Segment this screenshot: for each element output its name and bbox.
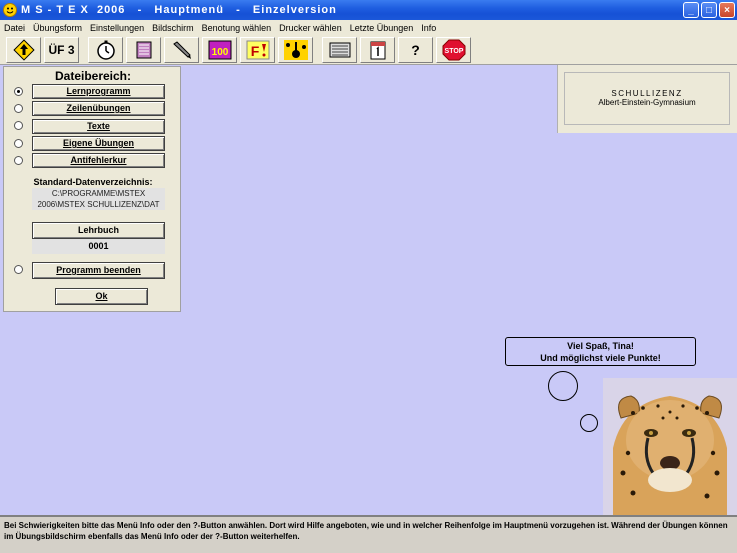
music-icon xyxy=(283,39,308,60)
speech-bubble: Viel Spaß, Tina! Und möglichst viele Pun… xyxy=(505,337,696,366)
cheetah-image xyxy=(603,378,737,515)
arrow-up-button[interactable] xyxy=(6,36,41,63)
license-type: SCHULLIZENZ xyxy=(611,89,683,98)
menu-einstellungen[interactable]: Einstellungen xyxy=(90,23,144,33)
menu-benotung[interactable]: Benotung wählen xyxy=(202,23,272,33)
radio-antifehlerkur[interactable] xyxy=(14,156,23,165)
toolbar: ÜF 3 100 F ? STOP xyxy=(0,35,737,65)
zeilenuebungen-button[interactable]: Zeilenübungen xyxy=(32,101,165,116)
dice-button[interactable] xyxy=(126,36,161,63)
menu-info[interactable]: Info xyxy=(421,23,436,33)
dice-icon xyxy=(136,41,151,58)
window-title: M S - T E X 2006 - Hauptmenü - Einzelver… xyxy=(21,4,337,16)
lehrbuch-button[interactable]: Lehrbuch xyxy=(32,222,165,239)
data-directory-value: C:\PROGRAMME\MSTEX 2006\MSTEX SCHULLIZEN… xyxy=(32,188,165,210)
radio-programm-beenden[interactable] xyxy=(14,265,23,274)
status-help-text: Bei Schwierigkeiten bitte das Menü Info … xyxy=(0,515,737,553)
workspace: Dateibereich: Lernprogramm Zeilenübungen… xyxy=(0,65,737,515)
stop-icon: STOP xyxy=(442,39,465,60)
license-school: Albert-Einstein-Gymnasium xyxy=(598,98,696,107)
panel-title: Dateibereich: xyxy=(54,69,132,83)
eigene-uebungen-button[interactable]: Eigene Übungen xyxy=(32,136,165,151)
minimize-button[interactable]: _ xyxy=(683,2,699,18)
keyboard-button[interactable] xyxy=(322,36,357,63)
pen-icon xyxy=(172,40,191,59)
data-directory-label: Standard-Datenverzeichnis: xyxy=(33,177,153,187)
thought-circle-small xyxy=(580,414,598,432)
ok-button[interactable]: Ok xyxy=(55,288,148,305)
radio-lernprogramm[interactable] xyxy=(14,87,23,96)
path-line-1: C:\PROGRAMME\MSTEX xyxy=(51,189,146,198)
radio-eigene-uebungen[interactable] xyxy=(14,139,23,148)
uf3-button[interactable]: ÜF 3 xyxy=(44,36,79,63)
help-button[interactable]: ? xyxy=(398,36,433,63)
calendar-button[interactable] xyxy=(360,36,395,63)
stop-button[interactable]: STOP xyxy=(436,36,471,63)
bubble-line-2: Und möglichst viele Punkte! xyxy=(540,353,661,363)
f-alert-button[interactable]: F xyxy=(240,36,275,63)
music-button[interactable] xyxy=(278,36,313,63)
stop-label: STOP xyxy=(444,48,463,55)
f-label: F xyxy=(250,43,259,59)
radio-texte[interactable] xyxy=(14,121,23,130)
menu-bildschirm[interactable]: Bildschirm xyxy=(152,23,194,33)
pen-button[interactable] xyxy=(164,36,199,63)
thought-circle-large xyxy=(548,371,578,401)
counter-100-button[interactable]: 100 xyxy=(202,36,237,63)
smiley-app-icon xyxy=(3,3,17,17)
f-alert-icon: F xyxy=(246,40,269,59)
license-box: SCHULLIZENZ Albert-Einstein-Gymnasium xyxy=(557,65,737,133)
stopwatch-icon xyxy=(96,40,115,60)
texte-button[interactable]: Texte xyxy=(32,119,165,134)
file-area-panel: Dateibereich: Lernprogramm Zeilenübungen… xyxy=(3,66,181,312)
counter-100-icon: 100 xyxy=(208,40,231,59)
menu-letzte-uebungen[interactable]: Letzte Übungen xyxy=(350,23,414,33)
menu-uebungsform[interactable]: Übungsform xyxy=(33,23,82,33)
keyboard-icon xyxy=(329,42,350,57)
programm-beenden-button[interactable]: Programm beenden xyxy=(32,262,165,279)
bubble-line-1: Viel Spaß, Tina! xyxy=(567,341,634,351)
menu-drucker[interactable]: Drucker wählen xyxy=(279,23,342,33)
antifehlerkur-button[interactable]: Antifehlerkur xyxy=(32,153,165,168)
title-bar: M S - T E X 2006 - Hauptmenü - Einzelver… xyxy=(0,0,737,20)
arrow-up-sign-icon xyxy=(12,38,35,61)
counter-label: 100 xyxy=(211,47,228,58)
close-button[interactable]: × xyxy=(719,2,735,18)
lehrbuch-value: 0001 xyxy=(32,239,165,254)
stopwatch-button[interactable] xyxy=(88,36,123,63)
menu-datei[interactable]: Datei xyxy=(4,23,25,33)
radio-zeilenuebungen[interactable] xyxy=(14,104,23,113)
calendar-icon xyxy=(370,41,385,59)
menu-bar: Datei Übungsform Einstellungen Bildschir… xyxy=(0,20,737,35)
path-line-2: 2006\MSTEX SCHULLIZENZ\DAT xyxy=(37,200,160,209)
maximize-button[interactable]: □ xyxy=(701,2,717,18)
lernprogramm-button[interactable]: Lernprogramm xyxy=(32,84,165,99)
license-frame: SCHULLIZENZ Albert-Einstein-Gymnasium xyxy=(564,72,730,125)
